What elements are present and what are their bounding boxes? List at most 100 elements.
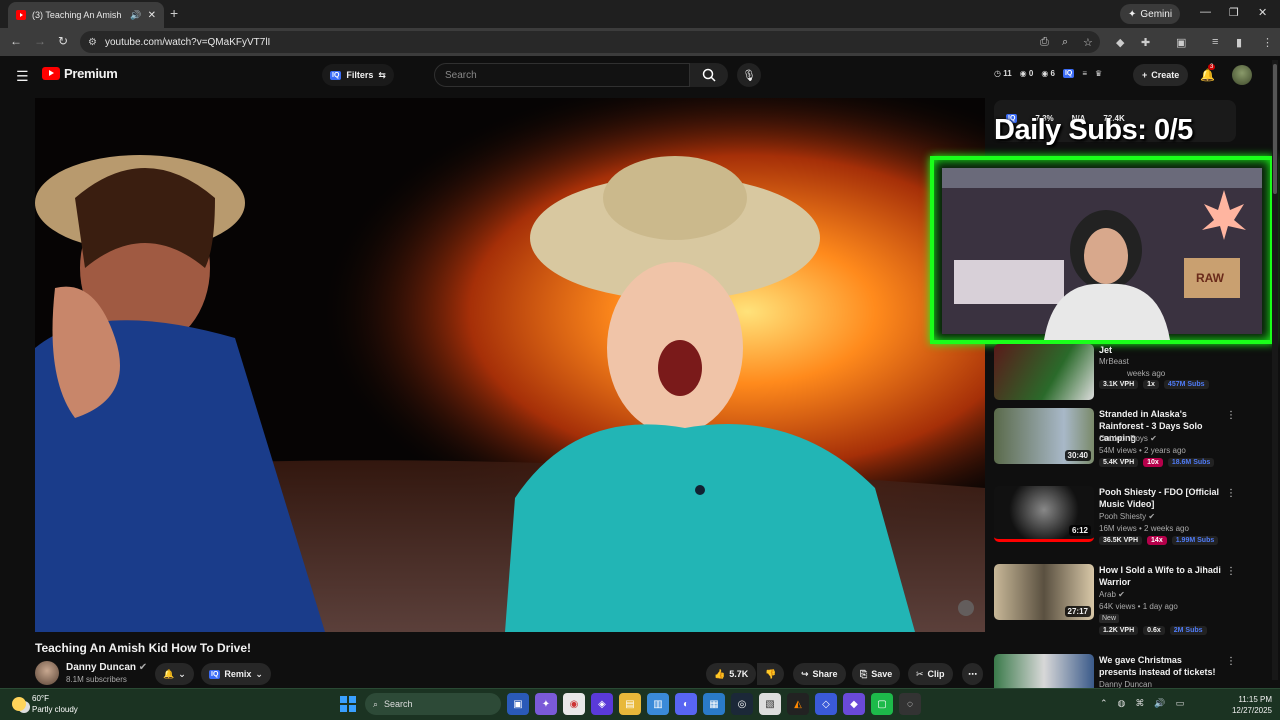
notepad-icon[interactable]: ▥ (647, 693, 669, 715)
chrome-icon[interactable]: ◉ (563, 693, 585, 715)
clock[interactable]: 11:15 PM 12/27/2025 (1224, 694, 1272, 716)
search-button[interactable] (690, 63, 728, 87)
video-player[interactable] (35, 98, 985, 632)
video-thumbnail[interactable] (994, 654, 1094, 688)
channel-name[interactable]: Danny Duncan (1099, 680, 1152, 688)
minimize-icon[interactable]: — (1200, 6, 1211, 18)
remix-button[interactable]: IQ Remix ⌄ (201, 663, 271, 685)
vidiq-icon[interactable]: IQ (1062, 69, 1075, 78)
video-title[interactable]: We gave Christmas presents instead of ti… (1099, 654, 1221, 678)
vph-chip: 1.2K VPH (1099, 626, 1139, 635)
profile-icon[interactable]: ▮ (1236, 36, 1242, 49)
video-thumbnail[interactable]: 6:12 (994, 486, 1094, 542)
list-icon[interactable]: ≡ (1082, 69, 1087, 78)
app-icon[interactable]: ◈ (591, 693, 613, 715)
zoom-icon[interactable]: ⌕ (1062, 36, 1068, 49)
chevron-up-icon[interactable]: ⌃ (1100, 698, 1108, 709)
back-icon[interactable]: ← (10, 34, 22, 48)
channel-name[interactable]: Danny Duncan ✔ (66, 662, 147, 673)
user-avatar[interactable] (1232, 65, 1252, 85)
scrollbar-thumb[interactable] (1273, 64, 1277, 194)
voice-search-button[interactable]: 🎙 (737, 63, 761, 87)
channel-avatar[interactable] (35, 661, 59, 685)
steam-icon[interactable]: ◎ (731, 693, 753, 715)
network-icon[interactable]: ⌘ (1135, 698, 1144, 709)
hamburger-menu-icon[interactable]: ☰ (16, 68, 29, 85)
channel-name[interactable]: Pooh Shiesty ✔ (1099, 512, 1155, 521)
more-options-icon[interactable]: ⋮ (1226, 488, 1236, 499)
recommended-video[interactable]: 6:12 Pooh Shiesty - FDO [Official Music … (994, 486, 1274, 556)
windows-start-icon[interactable] (337, 693, 359, 715)
video-title[interactable]: Jet (1099, 344, 1221, 356)
sidepanel-icon[interactable]: ▣ (1176, 36, 1186, 49)
file-explorer-icon[interactable]: ▤ (619, 693, 641, 715)
bookmark-star-icon[interactable]: ☆ (1083, 36, 1093, 49)
forward-icon[interactable]: → (34, 34, 46, 48)
teams-icon[interactable]: ◆ (843, 693, 865, 715)
discord-icon[interactable]: ◐ (675, 693, 697, 715)
reload-icon[interactable]: ↻ (58, 34, 68, 48)
battery-icon[interactable]: ▭ (1176, 698, 1185, 709)
vscode-icon[interactable]: ◇ (815, 693, 837, 715)
video-title[interactable]: Pooh Shiesty - FDO [Official Music Video… (1099, 486, 1221, 510)
extensions-puzzle-icon[interactable]: ✚ (1141, 36, 1150, 49)
volume-icon[interactable]: 🔊 (1154, 698, 1165, 709)
more-options-icon[interactable]: ⋮ (1226, 656, 1236, 667)
extension-icon[interactable]: ◆ (1116, 36, 1124, 49)
channel-name[interactable]: Arab ✔ (1099, 590, 1125, 599)
store-icon[interactable]: ▧ (759, 693, 781, 715)
views-stat: ◉ 0 (1019, 69, 1034, 78)
search-input[interactable]: Search (434, 63, 690, 87)
close-window-icon[interactable]: ✕ (1258, 6, 1267, 19)
save-button[interactable]: ⎘ Save (852, 663, 901, 685)
capcut-icon[interactable]: ◭ (787, 693, 809, 715)
address-bar[interactable]: ⚙ youtube.com/watch?v=QMaKFyVT7lI (80, 31, 1100, 53)
video-thumbnail[interactable] (994, 344, 1094, 400)
audio-icon[interactable]: 🔊 (130, 10, 141, 21)
close-tab-icon[interactable]: ✕ (148, 10, 156, 21)
gemini-button[interactable]: ✦ Gemini (1120, 4, 1181, 24)
new-tab-button[interactable]: + (170, 5, 178, 21)
vidiq-header-stats: ◷ 11 ◉ 0 ◉ 6 IQ ≡ ♛ (994, 69, 1102, 78)
create-button[interactable]: + Create (1133, 64, 1189, 86)
more-options-icon[interactable]: ⋮ (1226, 410, 1236, 421)
like-button[interactable]: 👍 5.7K (706, 663, 757, 685)
recommended-video[interactable]: 30:40 Stranded in Alaska's Rainforest - … (994, 408, 1274, 478)
browser-menu-icon[interactable]: ⋮ (1262, 36, 1273, 49)
notifications-bell-icon[interactable]: 🔔 (1200, 68, 1215, 82)
youtube-logo[interactable]: Premium (42, 66, 118, 81)
share-button[interactable]: ↪ Share (793, 663, 846, 685)
app-icon[interactable]: ◌ (899, 693, 921, 715)
eye-stat: ◉ 6 (1041, 69, 1055, 78)
recommended-video[interactable]: 27:17 How I Sold a Wife to a Jihadi Warr… (994, 564, 1274, 635)
channel-name[interactable]: Outdoor Boys ✔ (1099, 434, 1157, 443)
weather-widget[interactable]: 60°F Partly cloudy (12, 693, 78, 715)
subscribe-bell-button[interactable]: 🔔 ⌄ (155, 663, 194, 685)
video-thumbnail[interactable]: 27:17 (994, 564, 1094, 620)
more-actions-button[interactable]: ⋯ (962, 663, 983, 685)
video-title[interactable]: How I Sold a Wife to a Jihadi Warrior (1099, 564, 1221, 588)
media-icon[interactable]: ≡ (1212, 36, 1218, 48)
task-view-icon[interactable]: ▣ (507, 693, 529, 715)
search-icon: ⌕ (373, 698, 379, 709)
filters-button[interactable]: IQ Filters ⇆ (322, 64, 394, 86)
photos-icon[interactable]: ▦ (703, 693, 725, 715)
recommended-video[interactable]: Jet MrBeast weeks ago 3.1K VPH 1x 457M Sub… (994, 344, 1274, 414)
obs-icon[interactable]: ▢ (871, 693, 893, 715)
install-icon[interactable]: ⎙ (1040, 36, 1049, 49)
copilot-icon[interactable]: ✦ (535, 693, 557, 715)
restore-icon[interactable]: ❐ (1229, 6, 1239, 19)
browser-tab[interactable]: (3) Teaching An Amish Kid 🔊 ✕ (8, 2, 164, 28)
page-scrollbar[interactable] (1272, 60, 1278, 680)
dislike-button[interactable]: 👎 (757, 663, 785, 685)
taskbar-search[interactable]: ⌕ Search (365, 693, 501, 715)
channel-name[interactable]: MrBeast (1099, 357, 1129, 366)
recommended-video[interactable]: We gave Christmas presents instead of ti… (994, 654, 1274, 688)
video-meta: 54M views • 2 years ago (1099, 446, 1186, 455)
clip-button[interactable]: ✂ Clip (908, 663, 953, 685)
more-options-icon[interactable]: ⋮ (1226, 566, 1236, 577)
site-info-icon[interactable]: ⚙ (88, 37, 97, 48)
video-thumbnail[interactable]: 30:40 (994, 408, 1094, 464)
tray-app-icon[interactable]: ◍ (1118, 698, 1126, 709)
trophy-icon[interactable]: ♛ (1095, 69, 1102, 78)
